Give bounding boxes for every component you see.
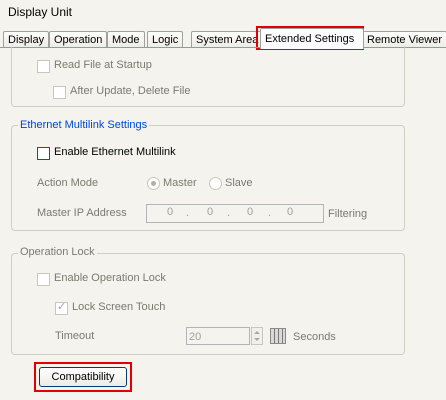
timeout-input[interactable]: 20 [186, 327, 250, 345]
enable-operation-lock-label: Enable Operation Lock [54, 272, 166, 284]
read-file-at-startup-label: Read File at Startup [54, 59, 152, 71]
master-ip-input[interactable]: 0 . 0 . 0 . 0 [146, 204, 324, 223]
window-title: Display Unit [8, 5, 73, 19]
ip-dot: . [268, 207, 272, 219]
ip-dot: . [227, 207, 231, 219]
ethernet-multilink-title: Ethernet Multilink Settings [18, 119, 150, 131]
timeout-unit-label: Seconds [293, 331, 336, 343]
slave-radio[interactable] [209, 177, 222, 190]
enable-ethernet-multilink-checkbox[interactable] [37, 147, 50, 160]
tab-extended-settings[interactable]: Extended Settings [260, 28, 364, 49]
slave-radio-label: Slave [225, 177, 253, 189]
checkmark-icon: ✓ [57, 301, 67, 313]
action-mode-label: Action Mode [37, 177, 99, 189]
timeout-label: Timeout [55, 330, 95, 342]
ip-octet-1: 0 [166, 206, 174, 218]
after-update-delete-checkbox[interactable] [53, 86, 66, 99]
ip-octet-2: 0 [206, 206, 214, 218]
ip-octet-4: 0 [286, 206, 294, 218]
operation-lock-title: Operation Lock [18, 246, 97, 258]
file-settings-group [11, 46, 405, 107]
keypad-icon[interactable] [270, 328, 286, 344]
read-file-at-startup-checkbox[interactable] [37, 60, 50, 73]
enable-ethernet-multilink-label: Enable Ethernet Multilink [54, 146, 176, 158]
master-ip-label: Master IP Address [37, 207, 127, 219]
filtering-label: Filtering [328, 208, 368, 220]
compatibility-button[interactable]: Compatibility [39, 367, 127, 387]
lock-screen-touch-checkbox[interactable]: ✓ [55, 301, 68, 315]
master-radio[interactable] [147, 177, 160, 190]
lock-screen-touch-label: Lock Screen Touch [72, 301, 166, 313]
ip-dot: . [186, 207, 190, 219]
enable-operation-lock-checkbox[interactable] [37, 273, 50, 286]
timeout-spinner[interactable] [251, 327, 263, 345]
spin-down-icon[interactable] [254, 338, 260, 341]
after-update-delete-label: After Update, Delete File [70, 85, 191, 97]
master-radio-label: Master [163, 177, 197, 189]
ip-octet-3: 0 [246, 206, 254, 218]
spin-up-icon[interactable] [254, 331, 260, 334]
